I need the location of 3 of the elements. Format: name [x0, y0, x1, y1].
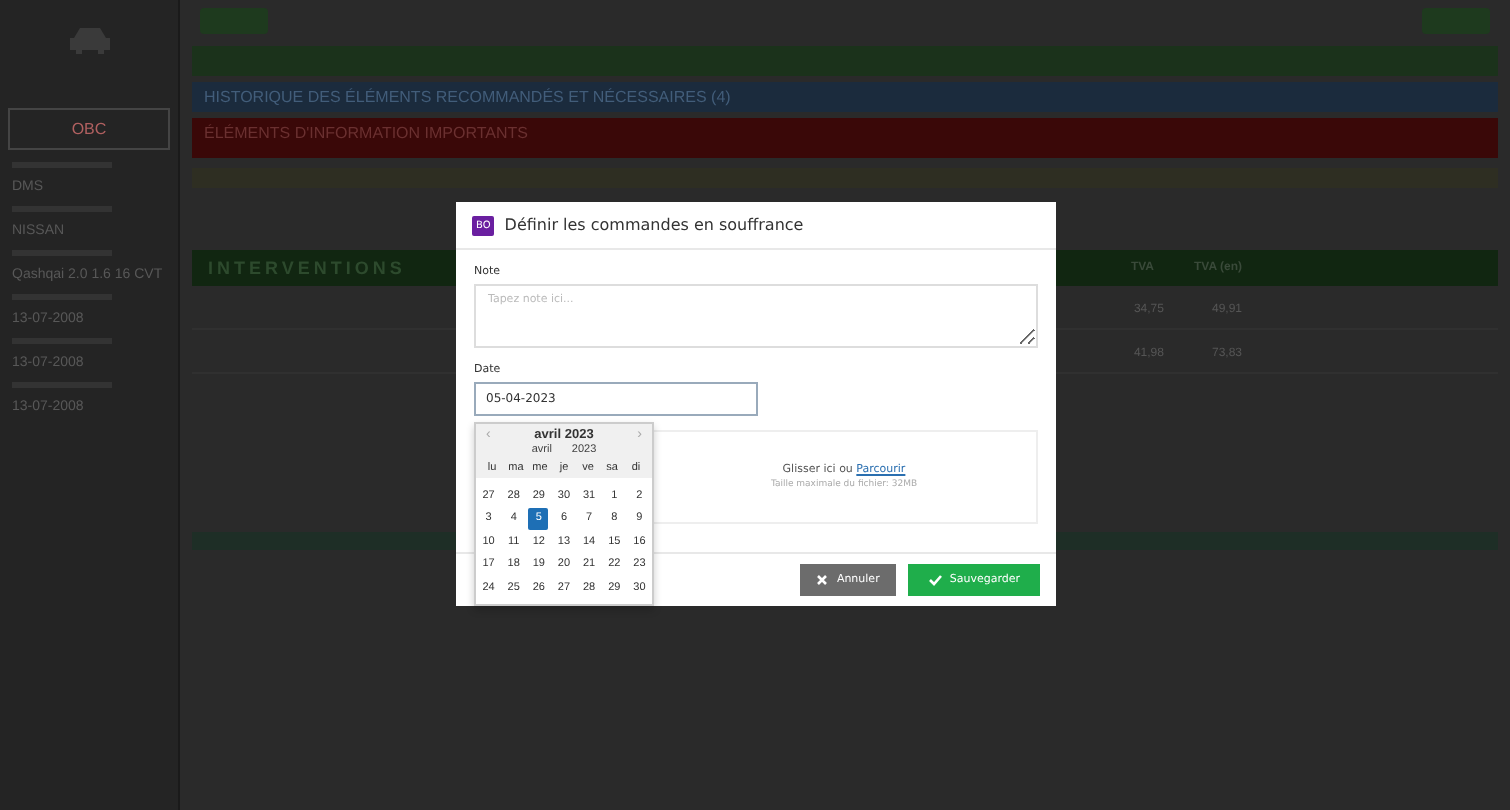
dialog-title: Définir les commandes en souffrance — [504, 216, 804, 234]
check-icon — [927, 574, 942, 586]
close-icon — [816, 574, 829, 586]
